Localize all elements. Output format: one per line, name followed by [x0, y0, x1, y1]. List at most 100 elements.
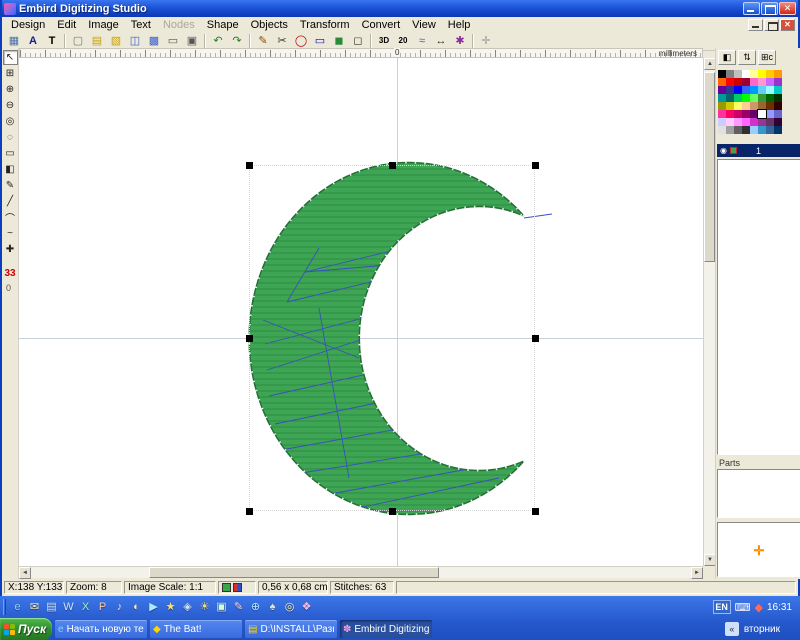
menu-item-objects[interactable]: Objects [245, 18, 294, 32]
palette-color[interactable] [734, 110, 742, 118]
quicklaunch-editor-button[interactable]: ✎ [230, 598, 247, 616]
palette-color[interactable] [742, 70, 750, 78]
palette-color[interactable] [734, 118, 742, 126]
palette-color[interactable] [726, 110, 734, 118]
tool-line-tool-button[interactable]: ╱ [3, 194, 18, 209]
toolbar-save-button[interactable]: ◫ [126, 33, 144, 50]
palette-color[interactable] [774, 118, 782, 126]
design-canvas[interactable] [19, 58, 703, 566]
start-button[interactable]: Пуск [0, 618, 52, 640]
parts-list-area[interactable] [717, 469, 800, 518]
toolbar-ellipse-shape-button[interactable]: ◯ [292, 33, 310, 50]
quicklaunch-media-button[interactable]: ♪ [111, 598, 128, 616]
palette-color[interactable] [742, 78, 750, 86]
tool-curve-tool-button[interactable]: ~ [3, 226, 18, 241]
tool-freehand-select-button[interactable]: ◌ [3, 130, 18, 145]
menu-item-convert[interactable]: Convert [356, 18, 407, 32]
selection-handle[interactable] [389, 162, 396, 169]
toolbar-redo-button[interactable]: ↷ [228, 33, 246, 50]
scroll-left-icon[interactable]: ◄ [19, 567, 31, 579]
palette-color[interactable] [742, 102, 750, 110]
tool-arc-tool-button[interactable]: ⌒ [3, 210, 18, 225]
palette-color[interactable] [726, 118, 734, 126]
minimize-button[interactable] [743, 2, 760, 15]
palette-color[interactable] [734, 78, 742, 86]
language-indicator[interactable]: EN [713, 600, 731, 614]
palette-color[interactable] [758, 110, 766, 118]
palette-color[interactable] [758, 86, 766, 94]
quicklaunch-ie-button[interactable]: e [9, 598, 26, 616]
quicklaunch-favorites-button[interactable]: ★ [162, 598, 179, 616]
palette-color[interactable] [742, 86, 750, 94]
tool-zoom-out-button[interactable]: ⊖ [3, 98, 18, 113]
palette-color[interactable] [718, 118, 726, 126]
palette-color[interactable] [774, 126, 782, 134]
palette-color[interactable] [774, 78, 782, 86]
toolbar-open-design-button[interactable]: ▤ [88, 33, 106, 50]
tool-column-tool-button[interactable]: ◧ [3, 162, 18, 177]
quicklaunch-excel-button[interactable]: X [77, 598, 94, 616]
palette-color[interactable] [734, 70, 742, 78]
toolbar-text-tool-button[interactable]: T [43, 33, 61, 50]
maximize-button[interactable] [761, 2, 778, 15]
palette-color[interactable] [766, 78, 774, 86]
thread-list-row[interactable]: ◉ 1 [717, 144, 800, 157]
palette-color[interactable] [734, 126, 742, 134]
quicklaunch-flower-app-button[interactable]: ❖ [298, 598, 315, 616]
tool-zoom-in-button[interactable]: ⊕ [3, 82, 18, 97]
palette-color[interactable] [734, 86, 742, 94]
selection-handle[interactable] [246, 508, 253, 515]
palette-color[interactable] [758, 126, 766, 134]
rp-palette-scroll-button[interactable]: ⇅ [738, 50, 756, 65]
palette-color[interactable] [758, 78, 766, 86]
palette-color[interactable] [758, 102, 766, 110]
palette-color[interactable] [718, 102, 726, 110]
horizontal-scrollbar[interactable]: ◄ ► [19, 566, 703, 578]
mdi-restore-button[interactable] [764, 19, 779, 31]
palette-color[interactable] [742, 118, 750, 126]
palette-color[interactable] [750, 78, 758, 86]
selection-handle[interactable] [532, 335, 539, 342]
menu-item-view[interactable]: View [406, 18, 442, 32]
visibility-eye-icon[interactable]: ◉ [720, 146, 727, 155]
menu-item-text[interactable]: Text [125, 18, 157, 32]
quicklaunch-photoshop-button[interactable]: ◈ [179, 598, 196, 616]
palette-color[interactable] [774, 110, 782, 118]
quicklaunch-network-button[interactable]: ⊕ [247, 598, 264, 616]
preview-area[interactable]: ✛ [717, 522, 800, 577]
palette-color[interactable] [774, 70, 782, 78]
palette-color[interactable] [750, 126, 758, 134]
palette-color[interactable] [726, 126, 734, 134]
quicklaunch-games-button[interactable]: ♠ [264, 598, 281, 616]
hscroll-thumb[interactable] [149, 567, 439, 578]
toolbar-edit-nodes-button[interactable]: ✎ [254, 33, 272, 50]
quicklaunch-powerpoint-button[interactable]: P [94, 598, 111, 616]
tool-pencil-button[interactable]: ✎ [3, 178, 18, 193]
taskbar-embird-window-button[interactable]: ✽Embird Digitizing Stud... [340, 620, 432, 638]
tool-pan-button[interactable]: ◎ [3, 114, 18, 129]
selection-handle[interactable] [246, 162, 253, 169]
toolbar-design-window-button[interactable]: ▦ [5, 33, 23, 50]
antivirus-icon[interactable]: ◆ [755, 601, 763, 614]
mdi-minimize-button[interactable] [748, 19, 763, 31]
selection-handle[interactable] [389, 508, 396, 515]
quicklaunch-mail-button[interactable]: ✉ [26, 598, 43, 616]
menu-item-edit[interactable]: Edit [51, 18, 82, 32]
palette-color[interactable] [766, 126, 774, 134]
selection-handle[interactable] [532, 508, 539, 515]
palette-color[interactable] [726, 102, 734, 110]
palette-color[interactable] [718, 70, 726, 78]
toolbar-measure-button[interactable]: ↔ [432, 33, 450, 50]
toolbar-grid-20-button[interactable]: 20 [394, 33, 412, 50]
palette-color[interactable] [758, 94, 766, 102]
palette-color[interactable] [718, 126, 726, 134]
toolbar-view-3d-button[interactable]: 3D [375, 33, 393, 50]
palette-color[interactable] [734, 94, 742, 102]
toolbar-copy-button[interactable]: ▣ [183, 33, 201, 50]
quicklaunch-grid-app-button[interactable]: ▣ [213, 598, 230, 616]
toolbar-undo-button[interactable]: ↶ [209, 33, 227, 50]
close-button[interactable]: ✕ [779, 2, 796, 15]
palette-color[interactable] [726, 94, 734, 102]
mdi-close-button[interactable]: ✕ [780, 19, 795, 31]
quicklaunch-word-button[interactable]: W [60, 598, 77, 616]
